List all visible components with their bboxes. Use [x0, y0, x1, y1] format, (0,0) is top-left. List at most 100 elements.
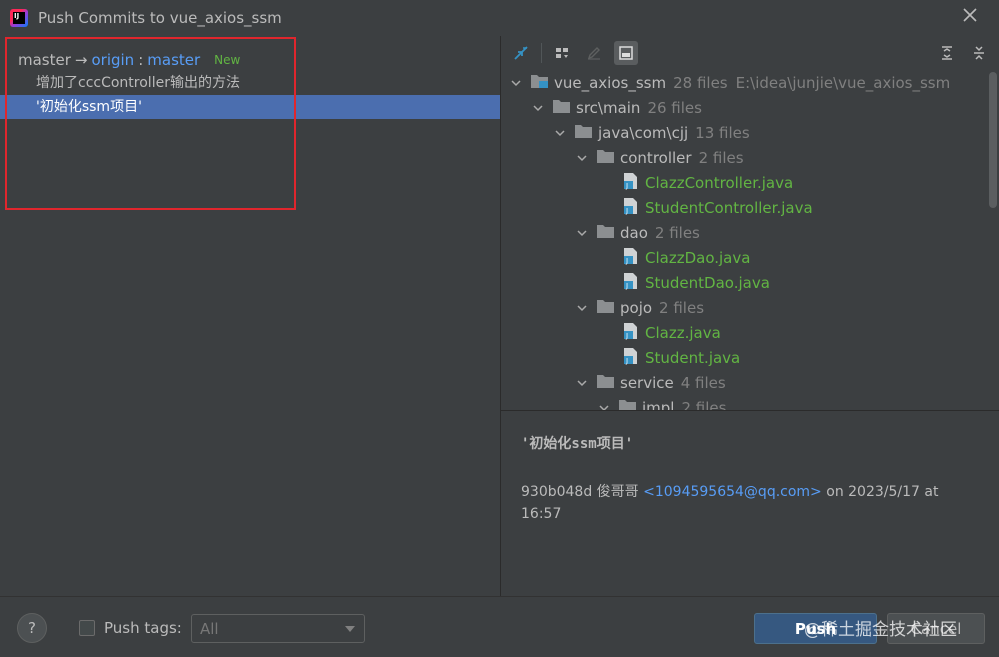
title-bar: IJ Push Commits to vue_axios_ssm	[0, 0, 999, 36]
tree-file[interactable]: J StudentController.java	[621, 195, 813, 220]
tree-file[interactable]: J StudentDao.java	[621, 270, 770, 295]
new-badge: New	[214, 53, 241, 67]
chevron-down-icon[interactable]	[597, 401, 611, 410]
remote-branch-link[interactable]: master	[147, 51, 200, 69]
tree-file[interactable]: J ClazzController.java	[621, 170, 793, 195]
tree-node-label: impl	[642, 398, 675, 411]
svg-text:J: J	[625, 182, 628, 190]
toolbar-separator	[541, 43, 542, 63]
preview-diff-icon[interactable]	[614, 41, 638, 65]
folder-icon	[597, 149, 614, 167]
tree-node-root[interactable]: vue_axios_ssm 28 files E:\idea\junjie\vu…	[509, 70, 950, 95]
diff-icon[interactable]	[509, 41, 533, 65]
chevron-down-icon[interactable]	[553, 126, 567, 140]
arrow-right-icon: →	[74, 51, 88, 69]
tags-select[interactable]: All	[191, 614, 365, 643]
close-icon[interactable]	[961, 8, 979, 26]
commit-hash: 930b048d	[521, 484, 593, 500]
file-count: 2 files	[681, 398, 727, 411]
tree-node-label: dao	[620, 223, 648, 242]
folder-icon	[619, 399, 636, 410]
chevron-down-icon	[345, 626, 355, 632]
collapse-all-icon[interactable]	[967, 41, 991, 65]
commit-message: '初始化ssm项目'	[521, 436, 634, 452]
java-file-icon: J	[621, 197, 639, 219]
folder-icon	[597, 224, 614, 242]
changed-files-tree: vue_axios_ssm 28 files E:\idea\junjie\vu…	[501, 70, 987, 410]
file-count: 13 files	[695, 123, 750, 142]
svg-text:J: J	[625, 207, 628, 215]
push-tags-label[interactable]: Push tags:	[104, 619, 182, 637]
tree-node-dao[interactable]: dao 2 files	[575, 220, 700, 245]
svg-text:J: J	[625, 357, 628, 365]
commit-item-selected[interactable]: '初始化ssm项目'	[0, 95, 500, 119]
tree-node-label: pojo	[620, 298, 653, 317]
chevron-down-icon[interactable]	[509, 76, 523, 90]
app-icon-text: IJ	[13, 12, 25, 24]
branch-separator: :	[138, 51, 144, 69]
chevron-down-icon[interactable]	[575, 301, 589, 315]
tree-file[interactable]: J ClazzDao.java	[621, 245, 750, 270]
file-count: 26 files	[647, 98, 702, 117]
file-name: Clazz.java	[645, 323, 721, 342]
tree-node-pojo[interactable]: pojo 2 files	[575, 295, 704, 320]
tree-node-label: src\main	[576, 98, 641, 117]
file-count: 2 files	[698, 148, 744, 167]
remote-name-link[interactable]: origin	[91, 51, 134, 69]
dialog-title: Push Commits to vue_axios_ssm	[38, 9, 282, 27]
tree-node-label: java\com\cjj	[598, 123, 689, 142]
tree-file[interactable]: J Student.java	[621, 345, 740, 370]
chevron-down-icon[interactable]	[575, 151, 589, 165]
intellij-logo-icon: IJ	[10, 9, 28, 27]
dialog-footer: ? Push tags: All Push Cancel @稀土掘金技术社区	[0, 597, 999, 657]
java-file-icon: J	[621, 272, 639, 294]
chevron-down-icon[interactable]	[531, 101, 545, 115]
commit-author: 俊哥哥	[596, 484, 639, 500]
commit-meta: 930b048d 俊哥哥 <1094595654@qq.com> on 2023…	[521, 481, 981, 525]
tree-node-label: controller	[620, 148, 692, 167]
java-file-icon: J	[621, 247, 639, 269]
project-folder-icon	[531, 74, 548, 92]
tree-scrollbar[interactable]	[989, 72, 997, 208]
chevron-down-icon[interactable]	[575, 376, 589, 390]
commit-details: '初始化ssm项目' 930b048d 俊哥哥 <1094595654@qq.c…	[501, 411, 999, 596]
file-name: ClazzDao.java	[645, 248, 751, 267]
group-by-icon[interactable]	[550, 41, 574, 65]
java-file-icon: J	[621, 347, 639, 369]
chevron-down-icon[interactable]	[575, 226, 589, 240]
root-path: E:\idea\junjie\vue_axios_ssm	[735, 73, 951, 92]
file-name: ClazzController.java	[645, 173, 794, 192]
expand-all-icon[interactable]	[935, 41, 959, 65]
file-count: 28 files	[673, 73, 728, 92]
file-name: StudentController.java	[645, 198, 813, 217]
svg-text:J: J	[625, 282, 628, 290]
file-count: 4 files	[680, 373, 726, 392]
tree-node-controller[interactable]: controller 2 files	[575, 145, 744, 170]
folder-icon	[597, 299, 614, 317]
tree-node-impl[interactable]: impl 2 files	[597, 395, 726, 410]
tree-file[interactable]: J Clazz.java	[621, 320, 721, 345]
folder-icon	[597, 374, 614, 392]
commit-item[interactable]: 增加了cccController输出的方法	[0, 71, 500, 95]
svg-text:J: J	[625, 332, 628, 340]
push-tags-checkbox[interactable]	[79, 620, 95, 636]
branch-row[interactable]: master → origin : master New	[18, 50, 240, 70]
file-name: Student.java	[645, 348, 741, 367]
changes-panel: vue_axios_ssm 28 files E:\idea\junjie\vu…	[501, 36, 999, 596]
changes-toolbar	[501, 36, 999, 70]
tree-node-service[interactable]: service 4 files	[575, 370, 726, 395]
edit-source-icon[interactable]	[582, 41, 606, 65]
tree-node-java-package[interactable]: java\com\cjj 13 files	[553, 120, 750, 145]
author-email-link[interactable]: <1094595654@qq.com>	[643, 484, 822, 500]
local-branch: master	[18, 51, 71, 69]
java-file-icon: J	[621, 172, 639, 194]
commits-panel: master → origin : master New 增加了cccContr…	[0, 36, 500, 596]
folder-icon	[553, 99, 570, 117]
tags-select-value: All	[200, 619, 219, 638]
cancel-button[interactable]: Cancel	[887, 613, 985, 644]
java-file-icon: J	[621, 322, 639, 344]
tree-node-src-main[interactable]: src\main 26 files	[531, 95, 702, 120]
help-button[interactable]: ?	[17, 613, 47, 643]
push-button[interactable]: Push	[754, 613, 877, 644]
tree-node-label: vue_axios_ssm	[554, 73, 667, 92]
